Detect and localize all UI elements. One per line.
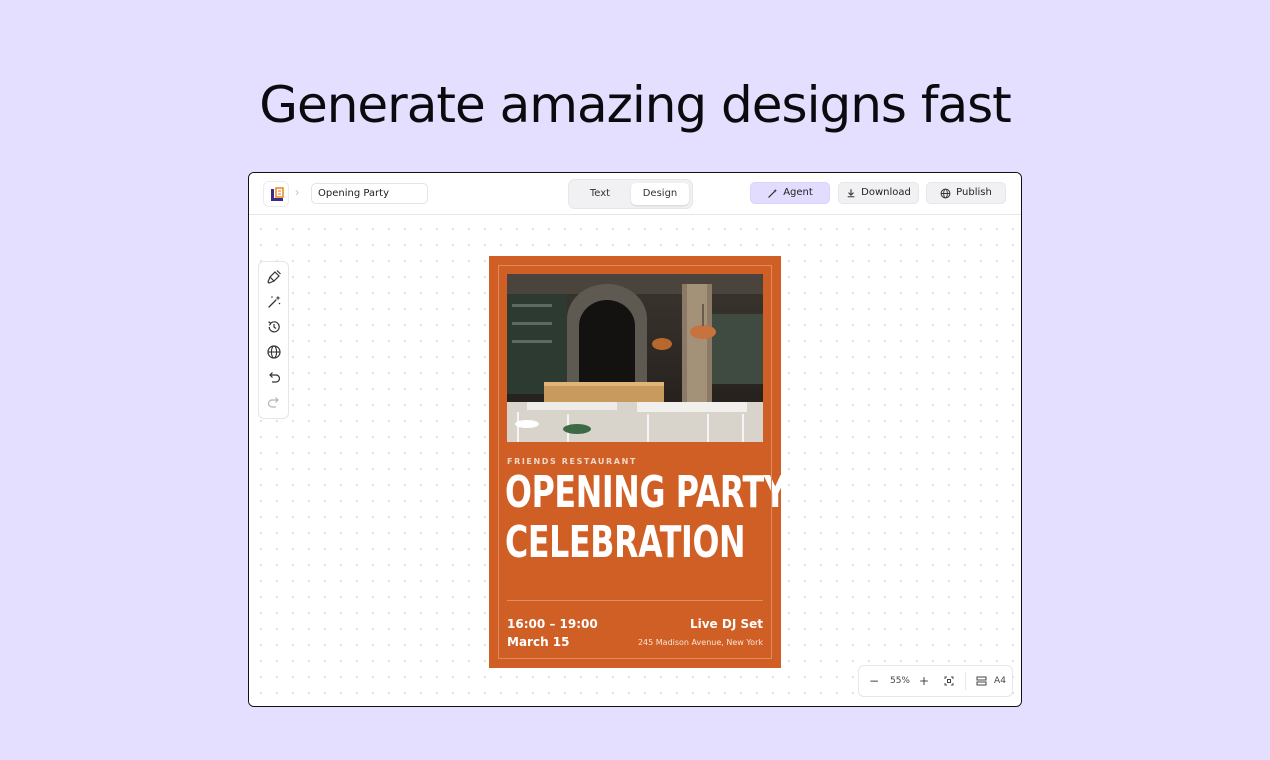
page-size-label[interactable]: A4 [991, 666, 1009, 696]
magic-wand-icon[interactable] [266, 294, 282, 310]
app-logo[interactable] [263, 181, 289, 207]
poster-headline-line2: CELEBRATION [505, 517, 746, 568]
redo-icon[interactable] [266, 394, 282, 410]
agent-button-label: Agent [783, 187, 813, 198]
zoom-level[interactable]: 55% [885, 666, 915, 696]
zoom-in-button[interactable]: + [915, 666, 933, 696]
poster-divider [507, 600, 763, 601]
poster-address[interactable]: 245 Madison Avenue, New York [638, 638, 763, 647]
fit-to-screen-icon[interactable] [939, 666, 959, 696]
zoom-controls: − 55% + A4 [858, 665, 1013, 697]
undo-icon[interactable] [266, 369, 282, 385]
magic-wand-icon [768, 188, 778, 198]
download-button-label: Download [861, 187, 911, 198]
globe-icon [940, 188, 951, 198]
page-size-icon[interactable] [973, 666, 989, 696]
zoom-divider [965, 672, 966, 690]
mode-text-tab[interactable]: Text [573, 183, 627, 205]
mode-design-tab[interactable]: Design [631, 183, 689, 205]
tool-rail [258, 261, 289, 419]
poster-kicker[interactable]: FRIENDS RESTAURANT [507, 457, 637, 466]
download-button[interactable]: Download [838, 182, 919, 204]
mode-toggle: Text Design [568, 179, 693, 209]
poster-restaurant-photo[interactable] [507, 274, 763, 442]
poster-event[interactable]: Live DJ Set [690, 617, 763, 631]
agent-button[interactable]: Agent [750, 182, 830, 204]
app-logo-icon [271, 187, 284, 201]
download-icon [847, 189, 855, 198]
design-canvas[interactable]: FRIENDS RESTAURANT OPENING PARTY CELEBRA… [249, 215, 1021, 706]
document-name-field[interactable]: Opening Party [311, 183, 428, 204]
chevron-right-icon: › [295, 185, 299, 199]
editor-topbar: › Opening Party Text Design Agent Downlo… [249, 173, 1021, 215]
publish-button-label: Publish [956, 187, 992, 198]
poster-headline[interactable]: OPENING PARTY CELEBRATION [505, 467, 787, 568]
publish-button[interactable]: Publish [926, 182, 1006, 204]
poster-headline-line1: OPENING PARTY [505, 467, 787, 518]
paintbrush-icon[interactable] [266, 269, 282, 285]
zoom-out-button[interactable]: − [865, 666, 883, 696]
poster-artboard[interactable]: FRIENDS RESTAURANT OPENING PARTY CELEBRA… [489, 256, 787, 668]
restaurant-interior-image [507, 274, 763, 442]
poster-time[interactable]: 16:00 – 19:00 [507, 617, 598, 631]
poster-date[interactable]: March 15 [507, 635, 570, 649]
editor-window: › Opening Party Text Design Agent Downlo… [248, 172, 1022, 707]
globe-icon[interactable] [266, 344, 282, 360]
history-icon[interactable] [266, 319, 282, 335]
hero-title: Generate amazing designs fast [259, 76, 1012, 134]
